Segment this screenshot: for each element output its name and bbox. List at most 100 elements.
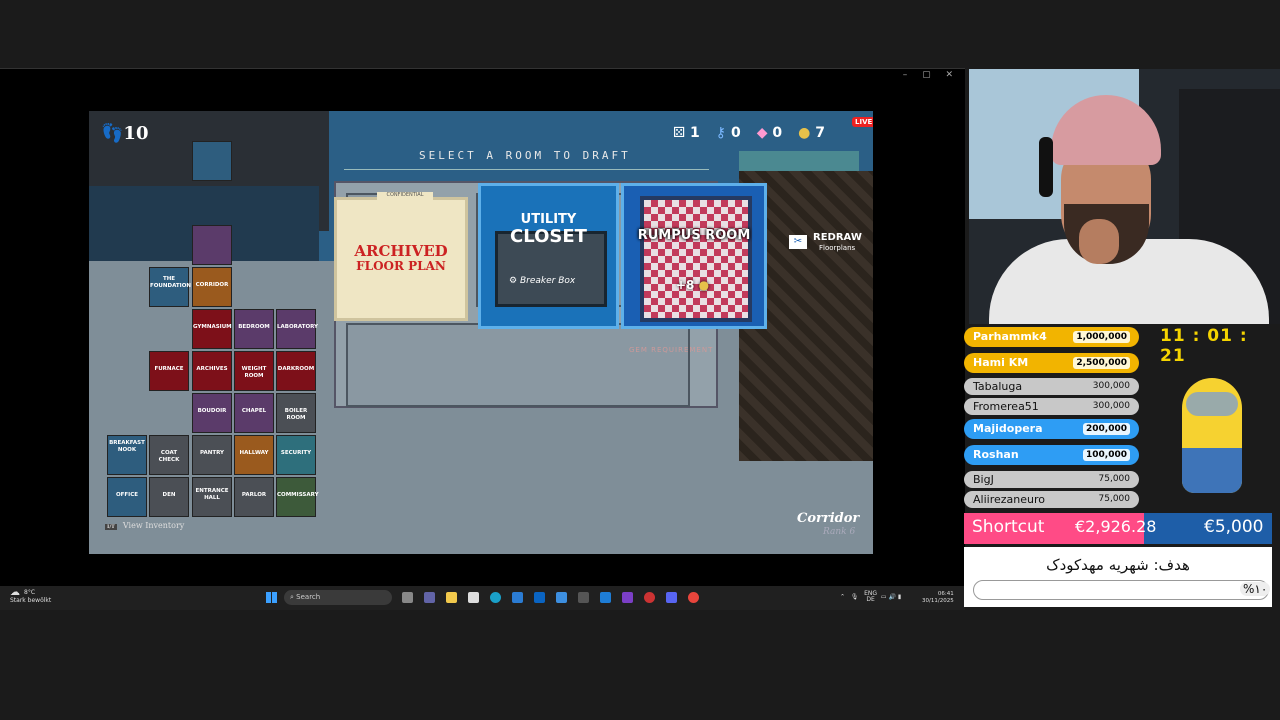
weather-widget[interactable]: ☁ 8°C Stark bewölkt [10, 587, 52, 605]
minimap-boudoir: BOUDOIR [192, 393, 232, 433]
rider-icon[interactable] [622, 592, 633, 603]
chrome-icon[interactable] [688, 592, 699, 603]
minimap-commissary: COMMISSARY [276, 477, 319, 517]
rumpus-room-art [640, 196, 752, 322]
donor-amount: 300,000 [1092, 381, 1130, 391]
archived-line2: FLOOR PLAN [356, 259, 446, 273]
streamer-hand [1079, 219, 1119, 264]
weather-desc: Stark bewölkt [10, 597, 52, 604]
headset [1039, 137, 1053, 197]
dice-icon: ⚄ [673, 125, 686, 141]
view-inventory-button[interactable]: I/T View Inventory [105, 521, 184, 530]
search-label: Search [296, 593, 321, 601]
app-icon[interactable] [556, 592, 567, 603]
donor-amount: 75,000 [1098, 474, 1131, 484]
terminal-icon[interactable] [578, 592, 589, 603]
minimap-corridor: CORRIDOR [192, 267, 232, 307]
file-explorer-icon[interactable] [446, 592, 457, 603]
card-rumpus-room[interactable]: RUMPUS ROOM +8 ● [621, 183, 767, 329]
donor-name: Tabaluga [973, 380, 1023, 393]
minimap-coat-check: COAT CHECK [149, 435, 189, 475]
coin-icon: ● [698, 278, 710, 292]
donation-item: Aliirezaneuro 75,000 [964, 491, 1139, 508]
coins-counter: ● 7 [798, 125, 825, 141]
task-view-icon[interactable] [402, 592, 413, 603]
minimap-weight-room: WEIGHT ROOM [234, 351, 274, 391]
discord-icon[interactable] [666, 592, 677, 603]
draft-title: SELECT A ROOM TO DRAFT [419, 149, 631, 162]
minimap-foundation: THE FOUNDATION [149, 267, 191, 307]
donation-item: Majidopera 200,000 [964, 419, 1139, 439]
minion-overalls [1182, 448, 1242, 493]
language-indicator[interactable]: ENG DE [864, 591, 877, 603]
coin-icon: ● [798, 125, 811, 141]
card-label: ARCHIVED FLOOR PLAN [337, 244, 465, 274]
minimap-entrance-hall: ENTRANCE HALL [192, 477, 232, 517]
archived-line1: ARCHIVED [354, 242, 448, 260]
stream-timer: 11 : 01 : 21 [1160, 326, 1248, 366]
donor-name: BigJ [973, 473, 994, 486]
network-icon: ▭ [880, 593, 887, 601]
donor-amount: 300,000 [1092, 401, 1130, 411]
search-icon: ⌕ [290, 593, 294, 601]
donation-item: Hami KM 2,500,000 [964, 353, 1139, 373]
donor-name: Hami KM [973, 356, 1029, 369]
steps-value: 10 [123, 123, 149, 144]
minimap-pantry: PANTRY [192, 435, 232, 475]
redraw-button[interactable]: REDRAW Floorplans [789, 233, 862, 253]
donation-item: Tabaluga 300,000 [964, 378, 1139, 395]
taskbar: ☁ 8°C Stark bewölkt ⌕ Search ⌃ 🎙 ENG DE ▭… [0, 586, 965, 610]
donation-item: Fromerea51 300,000 [964, 398, 1139, 415]
donation-item: BigJ 75,000 [964, 471, 1139, 488]
keys-counter: ⚷ 0 [716, 125, 741, 141]
lang-secondary: DE [866, 596, 875, 603]
goal-progress-bar [973, 580, 1269, 600]
view-inventory-label: View Inventory [122, 521, 185, 530]
confidential-tab: CONFIDENTIAL [377, 192, 433, 200]
minion-goggles [1186, 392, 1238, 416]
windows-start-icon[interactable] [266, 592, 277, 603]
teams-icon[interactable] [424, 592, 435, 603]
shortcut-current: €2,926.28 [1075, 517, 1157, 536]
chevron-up-icon: ⌃ [840, 593, 846, 601]
utility-line2: CLOSET [510, 226, 587, 247]
gems-value: 0 [772, 125, 783, 141]
edge-icon[interactable] [490, 592, 501, 603]
minimap-darkroom: DARKROOM [276, 351, 316, 391]
volume-icon: 🔊 [888, 593, 896, 601]
app-icon[interactable] [512, 592, 523, 603]
game-viewport[interactable]: 👣10 ⚄ 1 ⚷ 0 ◆ 0 ● 7 LIVE SELECT A ROOM T… [89, 111, 873, 554]
minimap-breakfast-nook: BREAKFAST NOOK [107, 435, 147, 475]
draft-arrow [344, 169, 709, 170]
minimap-bedroom: BEDROOM [234, 309, 274, 349]
store-icon[interactable] [468, 592, 479, 603]
keys-value: 0 [730, 125, 741, 141]
window-controls[interactable]: – ▢ ✕ [903, 70, 959, 80]
gem-requirement: GEM REQUIREMENT [629, 346, 714, 354]
system-tray[interactable]: ⌃ 🎙 ENG DE ▭ 🔊 ▮ [840, 591, 901, 603]
steps-counter: 👣10 [101, 123, 148, 144]
battery-icon: ▮ [897, 593, 902, 601]
dice-counter: ⚄ 1 [673, 125, 700, 141]
card-archived-floor-plan[interactable]: CONFIDENTIAL ARCHIVED FLOOR PLAN [334, 192, 468, 321]
redraw-label: REDRAW [813, 232, 862, 243]
taskbar-clock[interactable]: 06:41 30/11/2025 [922, 591, 954, 605]
gem-icon: ◆ [756, 125, 768, 141]
minimap-room [192, 225, 232, 265]
minimap-archives: ARCHIVES [192, 351, 232, 391]
minimap-boiler-room: BOILER ROOM [276, 393, 316, 433]
card-utility-closet[interactable]: UTILITY CLOSET ⚙ Breaker Box [478, 183, 619, 329]
cloud-icon: ☁ [10, 587, 20, 598]
donor-name: Majidopera [973, 422, 1043, 435]
footsteps-icon: 👣 [101, 123, 124, 144]
taskbar-search[interactable]: ⌕ Search [284, 590, 392, 605]
minimap-den: DEN [149, 477, 189, 517]
minimap-security: SECURITY [276, 435, 316, 475]
goal-text: هدف: شهریه مهدکودک [1046, 556, 1190, 574]
donor-amount: 1,000,000 [1073, 331, 1130, 343]
outlook-icon[interactable] [534, 592, 545, 603]
key-icon: ⚷ [715, 125, 727, 141]
app-icon[interactable] [644, 592, 655, 603]
vscode-icon[interactable] [600, 592, 611, 603]
donation-item: Roshan 100,000 [964, 445, 1139, 465]
